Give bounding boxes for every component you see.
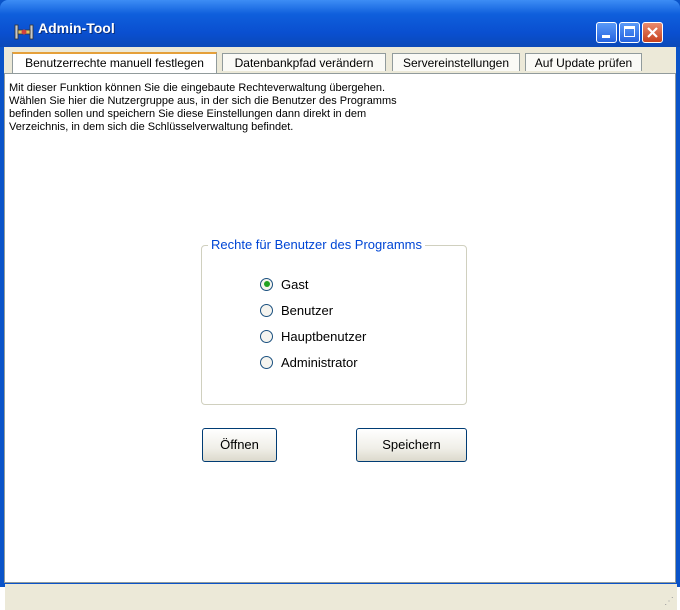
group-title: Rechte für Benutzer des Programms [208, 237, 425, 252]
tab-update[interactable]: Auf Update prüfen [525, 53, 642, 71]
save-button[interactable]: Speichern [356, 428, 467, 462]
resize-grip-icon[interactable]: ⋰ [664, 596, 674, 607]
tab-datenbankpfad[interactable]: Datenbankpfad verändern [222, 53, 386, 71]
radio-benutzer[interactable]: Benutzer [260, 300, 333, 320]
tab-panel: Mit dieser Funktion können Sie die einge… [4, 73, 677, 610]
tab-servereinstellungen[interactable]: Servereinstellungen [392, 53, 520, 71]
radio-label: Benutzer [281, 302, 334, 318]
window-title: Admin-Tool [38, 20, 115, 36]
close-button[interactable] [642, 22, 663, 43]
radio-label: Administrator [281, 354, 358, 370]
radio-gast[interactable]: Gast [260, 274, 308, 294]
maximize-icon [624, 26, 635, 37]
maximize-button[interactable] [619, 22, 640, 43]
app-window: Admin-Tool Benutzerrechte manuell festle… [0, 0, 680, 610]
open-button[interactable]: Öffnen [202, 428, 277, 462]
tab-strip: Benutzerrechte manuell festlegen Datenba… [4, 47, 676, 73]
minimize-button[interactable] [596, 22, 617, 43]
radio-circle-icon [260, 355, 273, 369]
close-icon [647, 27, 658, 38]
radio-administrator[interactable]: Administrator [260, 352, 358, 372]
radio-circle-icon [260, 303, 273, 317]
rights-group: Rechte für Benutzer des Programms Gast B… [201, 237, 467, 405]
radio-selected-dot-icon [263, 281, 270, 287]
radio-label: Gast [281, 276, 309, 292]
radio-label: Hauptbenutzer [281, 328, 367, 344]
radio-hauptbenutzer[interactable]: Hauptbenutzer [260, 326, 366, 346]
title-bar[interactable]: Admin-Tool [0, 0, 680, 47]
radio-circle-icon [260, 277, 273, 291]
tab-benutzerrechte[interactable]: Benutzerrechte manuell festlegen [12, 52, 217, 73]
app-icon [14, 24, 34, 40]
radio-circle-icon [260, 329, 273, 343]
status-bar: ⋰ [5, 584, 677, 610]
minimize-icon [602, 35, 610, 38]
client-area: Benutzerrechte manuell festlegen Datenba… [4, 47, 677, 610]
description-text: Mit dieser Funktion können Sie die einge… [9, 82, 397, 133]
